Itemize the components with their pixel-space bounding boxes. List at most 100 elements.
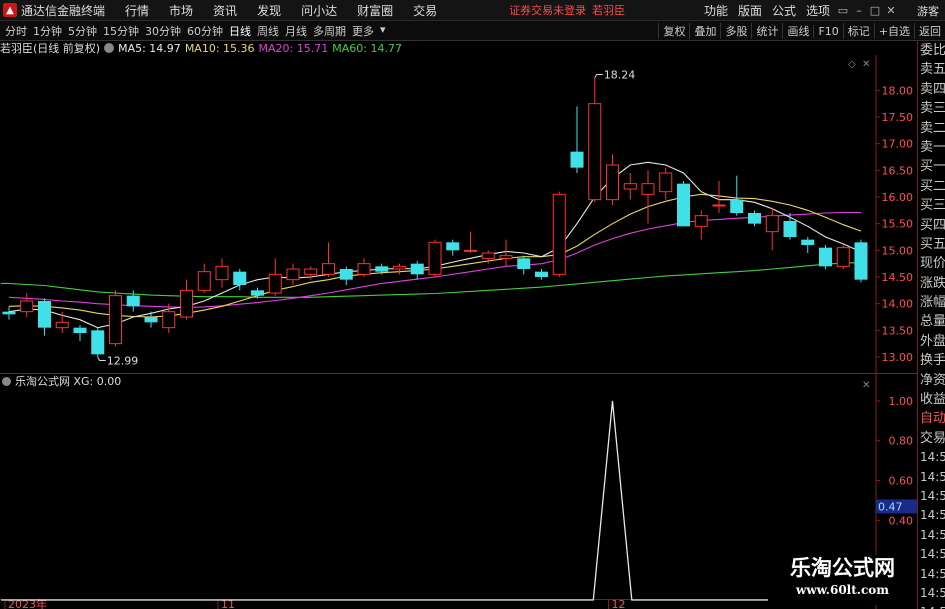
period-tab-10[interactable]: 更多: [349, 23, 377, 39]
candle-body-down: [73, 327, 87, 333]
login-warning[interactable]: 证券交易未登录: [509, 2, 586, 18]
close-indicator-icon: ✕: [862, 380, 870, 391]
user-guest[interactable]: 游客: [917, 3, 939, 19]
toolbar-button-7[interactable]: +自选: [873, 23, 914, 39]
period-tab-7[interactable]: 周线: [254, 23, 282, 39]
minimize-icon[interactable]: –: [851, 4, 867, 18]
right-menu-item-0[interactable]: 功能: [699, 2, 733, 19]
menu-item-1[interactable]: 市场: [159, 2, 203, 19]
candle-body-down: [748, 213, 761, 224]
restore-icon[interactable]: ▭: [835, 4, 851, 18]
menu-item-4[interactable]: 问小达: [291, 2, 347, 19]
candle-body-down: [535, 271, 548, 277]
tick-time-2: 14:56: [920, 488, 945, 503]
candle-body-up: [712, 204, 726, 207]
toolbar-right: 复权 叠加 多股 统计 画线 F10 标记 +自选 返回: [658, 21, 945, 41]
menu-item-5[interactable]: 财富圈: [347, 2, 403, 19]
ma60-value: MA60: 14.77: [332, 41, 402, 55]
right-menu-item-1[interactable]: 版面: [733, 2, 767, 19]
toolbar-button-3[interactable]: 统计: [751, 23, 782, 39]
current-stock-name: 若羽臣: [592, 4, 626, 17]
side-field-6: 买一: [920, 159, 945, 175]
chevron-down-icon[interactable]: ▾: [377, 23, 389, 39]
price-tick-label: 13.00: [882, 351, 914, 364]
candle-body-up: [268, 273, 282, 294]
close-icon[interactable]: ✕: [883, 4, 899, 18]
tick-time-3: 14:56: [920, 508, 945, 523]
candle-body-down: [783, 221, 797, 237]
trade-label[interactable]: 交易: [918, 429, 945, 448]
period-tab-6[interactable]: 日线: [226, 23, 254, 39]
ma10-value: MA10: 15.36: [184, 41, 255, 55]
period-tab-8[interactable]: 月线: [282, 23, 310, 39]
kline-chart[interactable]: 18.00 17.50 17.00 16.50 16.00 15.50 15.00 14.50…: [0, 55, 917, 609]
period-tab-9[interactable]: 多周期: [310, 23, 349, 39]
side-field-12: 涨跌: [920, 275, 945, 291]
main-menu: 行情 市场 资讯 发现 问小达 财富圈 交易: [115, 2, 447, 19]
candle-body-down: [446, 242, 460, 251]
indicator-gear-icon[interactable]: [2, 376, 11, 386]
candle-body-down: [2, 311, 16, 315]
toolbar-button-4[interactable]: 画线: [782, 23, 813, 39]
menu-item-2[interactable]: 资讯: [203, 2, 247, 19]
candle-body-down: [730, 199, 744, 213]
annotation-pointer: [97, 357, 106, 362]
diamond-icon: ◇: [848, 59, 856, 70]
indicator-value-tag-text: 0.47: [878, 500, 903, 513]
auto-trade-label[interactable]: 自动: [918, 409, 945, 428]
side-field-17: 净资: [920, 372, 945, 388]
indicator-tick-label: 0.80: [889, 435, 914, 448]
price-tick-label: 15.00: [882, 244, 914, 257]
candle-body-down: [339, 269, 353, 280]
toolbar-button-6[interactable]: 标记: [842, 23, 874, 39]
watermark-title: 乐淘公式网: [790, 556, 895, 580]
side-field-5: 卖一: [920, 139, 945, 155]
indicator-label-text: 乐淘公式网 XG: 0.00: [15, 375, 122, 388]
period-tab-2[interactable]: 5分钟: [65, 23, 100, 39]
candle-body-down: [801, 239, 815, 245]
right-menu-item-2[interactable]: 公式: [767, 2, 801, 19]
maximize-icon[interactable]: □: [867, 4, 883, 18]
period-tab-3[interactable]: 15分钟: [100, 23, 142, 39]
menu-bar: ▲ 通达信金融终端 行情 市场 资讯 发现 问小达 财富圈 交易 证券交易未登录 若羽臣 功…: [0, 0, 945, 21]
menu-item-6[interactable]: 交易: [403, 2, 447, 19]
period-tab-5[interactable]: 60分钟: [184, 23, 226, 39]
gear-icon[interactable]: [104, 43, 115, 53]
indicator-label: 乐淘公式网 XG: 0.00: [2, 374, 121, 388]
toolbar-button-0[interactable]: 复权: [658, 23, 689, 39]
price-tick-label: 16.00: [882, 191, 914, 204]
price-tick-label: 17.00: [882, 138, 914, 151]
candle-body-up: [588, 103, 602, 201]
candle-body-up: [464, 249, 477, 252]
tick-time-0: 14:56: [920, 450, 945, 465]
ma5-value: MA5: 14.97: [118, 41, 181, 55]
toolbar-button-1[interactable]: 叠加: [689, 23, 720, 39]
ma20-value: MA20: 15.71: [258, 41, 329, 55]
toolbar-button-2[interactable]: 多股: [720, 23, 751, 39]
side-field-0: 委比: [920, 43, 945, 58]
toolbar-button-8[interactable]: 返回: [914, 23, 945, 39]
indicator-tick-label: 1.00: [889, 395, 914, 408]
period-tab-1[interactable]: 1分钟: [30, 23, 65, 39]
side-field-15: 外盘: [920, 333, 945, 349]
candle-body-up: [357, 263, 371, 275]
side-field-7: 买二: [920, 178, 945, 194]
candle-body-down: [819, 247, 832, 267]
candle-body-up: [55, 321, 69, 329]
candle-body-down: [233, 271, 247, 285]
period-tab-4[interactable]: 30分钟: [142, 23, 184, 39]
candle-body-up: [765, 215, 779, 233]
candle-body-down: [854, 242, 868, 280]
toolbar-button-5[interactable]: F10: [813, 24, 842, 38]
menu-item-3[interactable]: 发现: [247, 2, 291, 19]
right-menu-item-3[interactable]: 选项: [801, 2, 835, 19]
candle-body-down: [517, 258, 531, 269]
candle-body-down: [91, 330, 105, 355]
period-tab-0[interactable]: 分时: [2, 23, 30, 39]
tick-time-8: 14:56: [918, 603, 945, 609]
side-field-18: 收益: [920, 392, 945, 408]
x-tick-label: 2023年: [8, 597, 47, 609]
close-panel-icon: ✕: [862, 59, 870, 70]
price-tick-label: 17.50: [882, 111, 914, 124]
menu-item-0[interactable]: 行情: [115, 2, 159, 19]
